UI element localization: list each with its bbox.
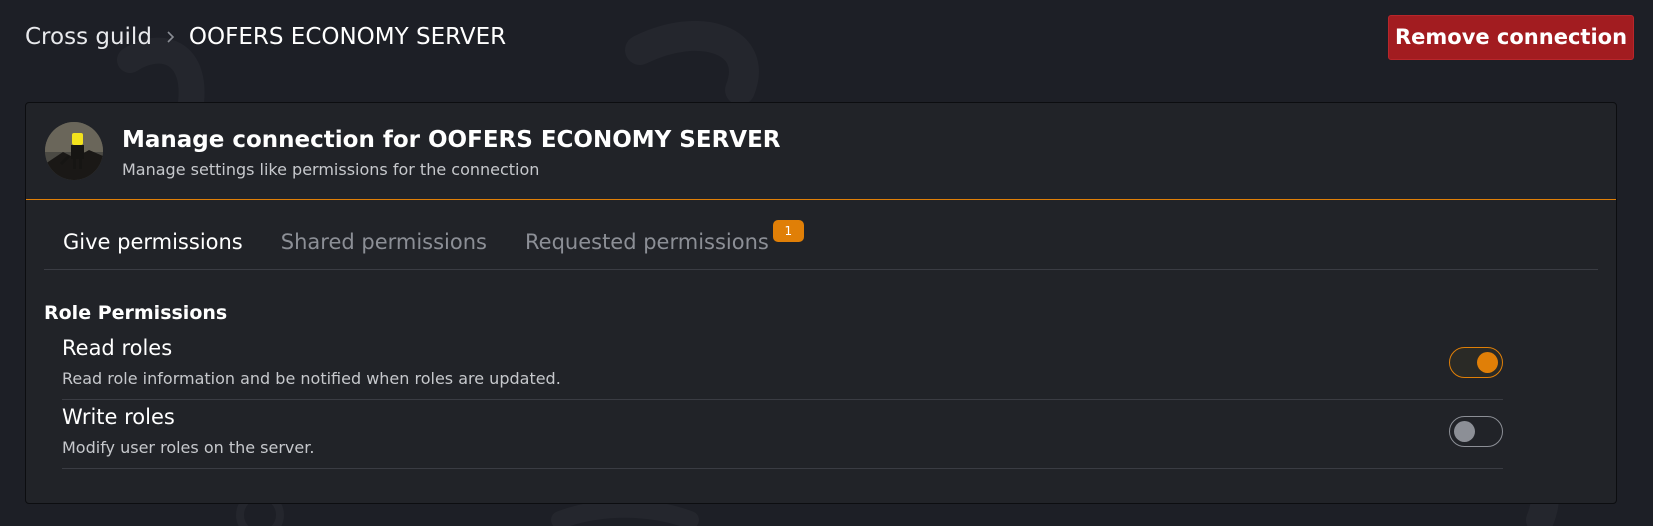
tab-shared-permissions[interactable]: Shared permissions — [281, 230, 487, 254]
permission-name: Write roles — [62, 405, 175, 429]
tab-label: Shared permissions — [280, 230, 487, 254]
chevron-right-icon — [166, 30, 175, 44]
card-subtitle: Manage settings like permissions for the… — [122, 160, 540, 179]
breadcrumb-current: OOFERS ECONOMY SERVER — [188, 24, 507, 50]
tab-label: Requested permissions — [525, 230, 769, 254]
card-title: Manage connection for OOFERS ECONOMY SER… — [122, 127, 781, 153]
breadcrumb: Cross guild OOFERS ECONOMY SERVER — [25, 24, 506, 50]
breadcrumb-cross-guild[interactable]: Cross guild — [25, 24, 152, 50]
requested-count-badge: 1 — [772, 220, 804, 242]
remove-connection-button[interactable]: Remove connection — [1388, 14, 1634, 60]
tab-requested-permissions[interactable]: Requested permissions 1 — [525, 220, 804, 254]
permission-row-read-roles: Read roles Read role information and be … — [62, 329, 1503, 400]
top-bar: Cross guild OOFERS ECONOMY SERVER Remove… — [25, 14, 1634, 60]
permission-description: Read role information and be notified wh… — [62, 369, 561, 388]
toggle-knob — [1477, 352, 1498, 373]
permission-row-write-roles: Write roles Modify user roles on the ser… — [62, 398, 1503, 469]
write-roles-toggle[interactable] — [1449, 416, 1503, 447]
permission-description: Modify user roles on the server. — [62, 438, 315, 457]
section-title: Role Permissions — [44, 302, 228, 324]
card-header: Manage connection for OOFERS ECONOMY SER… — [26, 103, 1616, 200]
read-roles-toggle[interactable] — [1449, 347, 1503, 378]
tab-label: Give permissions — [63, 230, 243, 254]
server-avatar — [45, 122, 103, 180]
connection-card: Manage connection for OOFERS ECONOMY SER… — [25, 102, 1617, 504]
tab-give-permissions[interactable]: Give permissions — [44, 230, 243, 254]
toggle-knob — [1454, 421, 1475, 442]
permission-tabs: Give permissions Shared permissions Requ… — [44, 215, 1598, 270]
permission-name: Read roles — [62, 336, 173, 360]
